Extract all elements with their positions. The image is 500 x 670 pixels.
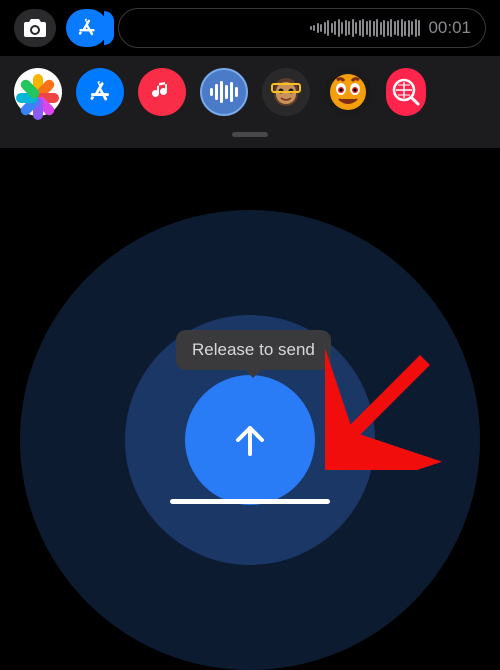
search-grid-icon [390,76,422,108]
camera-button[interactable] [14,9,56,47]
tooltip-text: Release to send [192,340,315,359]
message-input-recording[interactable]: 00:01 [118,8,486,48]
recording-timer: 00:01 [428,18,471,38]
imessage-apps-button[interactable] [66,9,108,47]
app-memoji[interactable] [262,68,310,116]
app-photos[interactable] [14,68,62,116]
audio-record-panel: Release to send [0,150,500,512]
camera-icon [22,17,48,39]
imessage-app-drawer[interactable] [0,56,500,128]
appstore-icon [86,78,114,106]
animoji-face-icon [327,71,369,113]
app-images-search[interactable] [386,68,426,116]
music-note-icon [150,80,174,104]
app-audio-message[interactable] [200,68,248,116]
app-animoji[interactable] [324,68,372,116]
memoji-face-icon [266,72,306,112]
arrow-up-icon [226,416,274,464]
appstore-icon [75,16,99,40]
photos-icon [24,78,52,106]
waveform-icon [310,19,421,37]
audio-wave-icon [210,81,238,103]
input-toolbar: 00:01 [0,0,500,56]
drawer-handle-area[interactable] [0,128,500,148]
annotation-arrow-icon [325,350,445,470]
app-store[interactable] [76,68,124,116]
release-tooltip: Release to send [176,330,331,370]
send-record-button[interactable] [185,375,315,505]
app-music[interactable] [138,68,186,116]
drag-handle-icon [232,132,268,137]
home-indicator[interactable] [170,499,330,504]
